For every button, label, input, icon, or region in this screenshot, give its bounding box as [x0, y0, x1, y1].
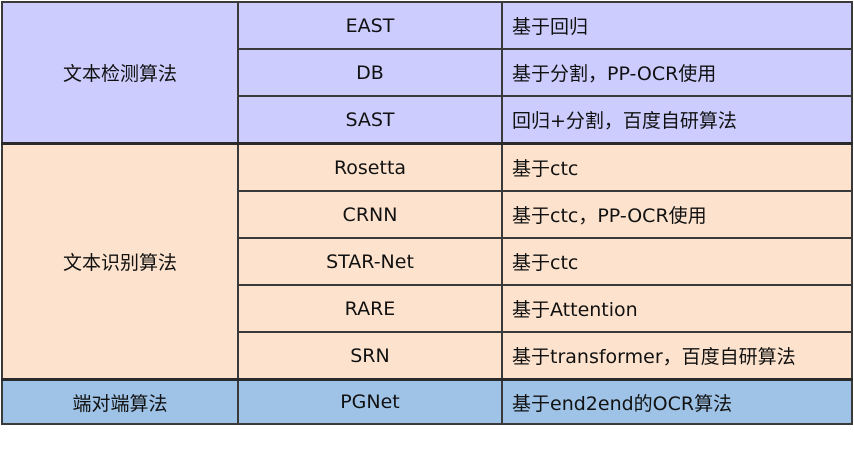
algorithm-cell: EAST	[237, 1, 503, 50]
description-cell: 基于ctc	[501, 237, 853, 286]
description-cell: 基于transformer，百度自研算法	[501, 331, 853, 381]
algorithm-cell: SRN	[237, 331, 503, 381]
algorithm-cell: RARE	[237, 284, 503, 333]
category-cell-recognition: 文本识别算法	[1, 142, 239, 381]
description-cell: 基于Attention	[501, 284, 853, 333]
category-cell-detection: 文本检测算法	[1, 1, 239, 145]
algorithm-cell: Rosetta	[237, 142, 503, 192]
description-cell: 基于回归	[501, 1, 853, 50]
description-cell: 回归+分割，百度自研算法	[501, 95, 853, 145]
description-cell: 基于ctc，PP-OCR使用	[501, 190, 853, 239]
description-cell: 基于ctc	[501, 142, 853, 192]
algorithm-cell: STAR-Net	[237, 237, 503, 286]
algorithm-cell: SAST	[237, 95, 503, 145]
ocr-algorithm-table: 文本检测算法 EAST 基于回归 DB 基于分割，PP-OCR使用 SAST 回…	[1, 1, 853, 425]
algorithm-cell: CRNN	[237, 190, 503, 239]
algorithm-cell: DB	[237, 48, 503, 97]
table-row: 文本检测算法 EAST 基于回归	[1, 1, 853, 145]
table-row: 文本识别算法 Rosetta 基于ctc	[1, 142, 853, 381]
description-cell: 基于end2end的OCR算法	[501, 378, 853, 425]
algorithm-cell: PGNet	[237, 378, 503, 425]
category-cell-end-to-end: 端对端算法	[1, 378, 239, 425]
description-cell: 基于分割，PP-OCR使用	[501, 48, 853, 97]
table-row: 端对端算法 PGNet 基于end2end的OCR算法	[1, 378, 853, 425]
